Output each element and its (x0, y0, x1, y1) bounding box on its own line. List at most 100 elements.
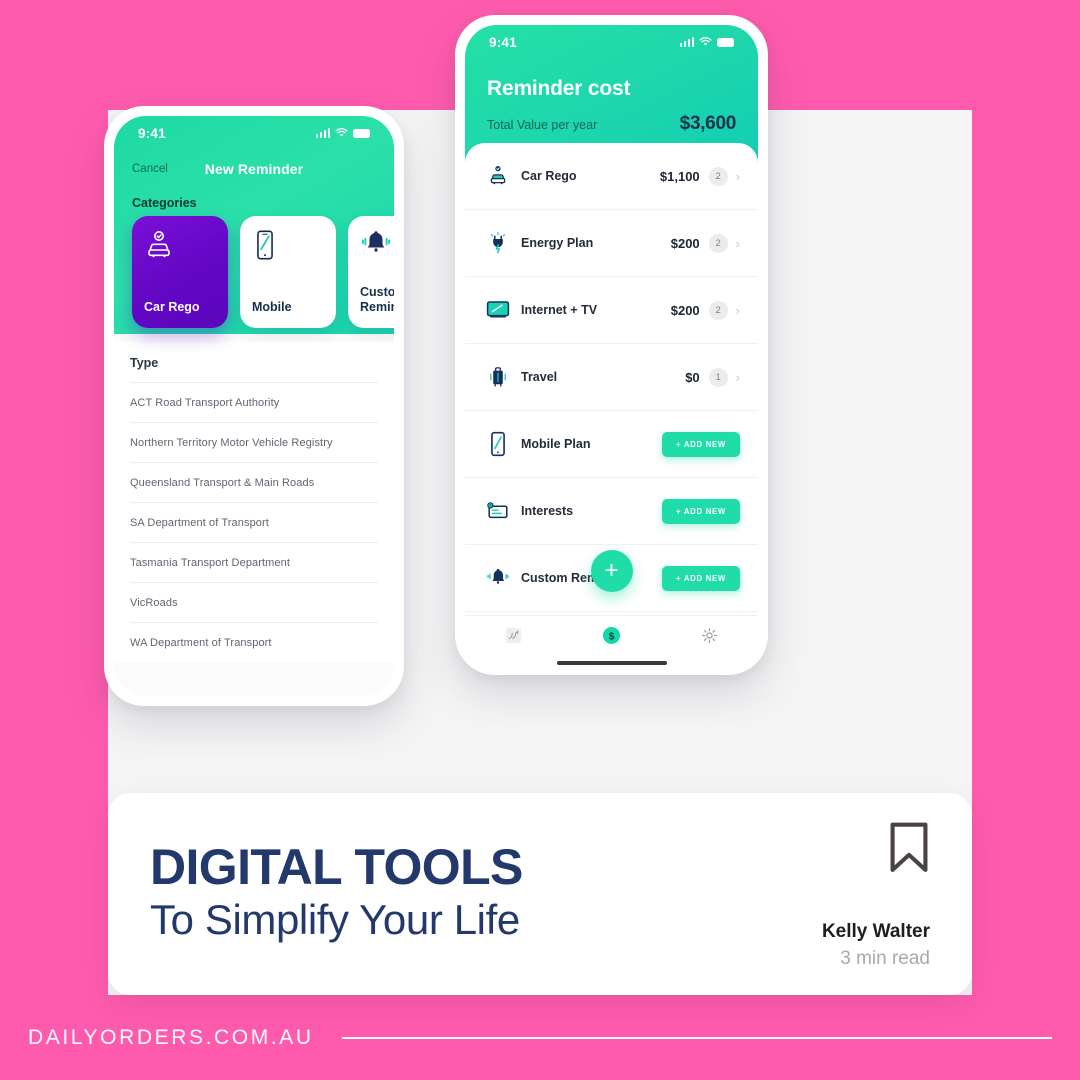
svg-text:$: $ (609, 631, 615, 642)
article-text-block: DIGITAL TOOLS To Simplify Your Life (150, 842, 750, 947)
status-indicators (315, 128, 370, 138)
read-time: 3 min read (840, 948, 930, 969)
list-item-energy-plan[interactable]: Energy Plan $200 2 › (465, 210, 758, 277)
article-author-meta: Kelly Walter 3 min read (822, 921, 930, 970)
add-new-button[interactable]: + ADD NEW (662, 431, 740, 457)
wifi-icon (699, 37, 712, 46)
category-card-row[interactable]: Car Rego Mobile Custo Remi (114, 216, 394, 328)
status-indicators (679, 37, 734, 47)
item-count-badge: 2 (708, 233, 728, 253)
add-new-button[interactable]: + ADD NEW (662, 498, 740, 524)
author-name: Kelly Walter (821, 921, 930, 942)
list-item-internet-tv[interactable]: Internet + TV $200 2 › (465, 277, 758, 344)
left-status-bar: 9:41 (114, 116, 394, 150)
list-item[interactable]: SA Department of Transport (130, 502, 378, 542)
total-value-row: Total Value per year $3,600 (465, 101, 758, 135)
left-phone-screen: 9:41 Cancel New Reminder Categories Car … (114, 116, 394, 696)
list-item[interactable]: WA Department of Transport (130, 622, 378, 662)
tab-reminders[interactable] (504, 626, 524, 646)
plug-icon (483, 231, 513, 255)
car-check-icon (483, 164, 513, 188)
list-item-travel[interactable]: Travel $0 1 › (465, 344, 758, 411)
right-status-bar: 9:41 (465, 25, 758, 59)
list-item[interactable]: Tasmania Transport Department (130, 542, 378, 582)
chevron-right-icon[interactable]: › (736, 170, 740, 183)
item-amount: $0 (685, 369, 700, 385)
transport-authority-list: Type ACT Road Transport Authority Northe… (114, 342, 394, 662)
chevron-right-icon[interactable]: › (736, 371, 740, 384)
total-value-amount: $3,600 (679, 113, 737, 134)
list-item-interests[interactable]: $ Interests + ADD NEW (465, 478, 758, 545)
television-icon (483, 299, 513, 321)
suitcase-icon (483, 365, 513, 389)
item-label: Travel (521, 370, 558, 384)
cancel-button[interactable]: Cancel (132, 163, 168, 175)
left-nav-row: Cancel New Reminder (114, 150, 394, 184)
item-label: Internet + TV (521, 303, 598, 317)
right-phone-bottom: $ (465, 615, 758, 665)
item-amount: $1,100 (659, 168, 700, 184)
total-value-label: Total Value per year (487, 118, 598, 132)
item-count-badge: 2 (708, 166, 728, 186)
bottom-tab-bar[interactable]: $ (465, 615, 758, 655)
item-count-badge: 1 (708, 367, 728, 387)
item-count-badge: 2 (708, 300, 728, 320)
bell-icon (362, 231, 390, 252)
item-label: Car Rego (521, 169, 577, 183)
left-phone-mockup: 9:41 Cancel New Reminder Categories Car … (104, 106, 404, 706)
right-phone-mockup: 9:41 Reminder cost Total Value per year … (455, 15, 768, 675)
item-label: Mobile Plan (521, 437, 591, 451)
list-item-mobile-plan[interactable]: Mobile Plan + ADD NEW (465, 411, 758, 478)
cellular-bars-icon (315, 128, 330, 138)
list-item[interactable]: Queensland Transport & Main Roads (130, 462, 378, 502)
item-amount: $200 (670, 235, 700, 251)
list-item-car-rego[interactable]: Car Rego $1,100 2 › (465, 143, 758, 210)
left-phone-header: 9:41 Cancel New Reminder Categories Car … (114, 116, 394, 334)
category-label: Car Rego (144, 299, 200, 314)
right-phone-screen: 9:41 Reminder cost Total Value per year … (465, 25, 758, 665)
category-label: Custom Reminder (360, 285, 394, 314)
home-indicator (556, 661, 667, 665)
item-label: Interests (521, 504, 574, 518)
article-card: DIGITAL TOOLS To Simplify Your Life Kell… (108, 793, 972, 995)
category-label: Mobile (252, 299, 292, 314)
battery-icon (717, 37, 734, 47)
article-subtitle: To Simplify Your Life (150, 895, 520, 943)
footer-divider (341, 1036, 1052, 1039)
wifi-icon (335, 128, 348, 137)
mobile-phone-icon (483, 431, 513, 457)
categories-label: Categories (132, 196, 197, 210)
article-meta-block: Kelly Walter 3 min read (750, 818, 930, 970)
category-card-car-rego[interactable]: Car Rego (132, 216, 228, 328)
item-label: Energy Plan (521, 236, 594, 250)
list-item[interactable]: Northern Territory Motor Vehicle Registr… (130, 422, 378, 462)
status-time: 9:41 (489, 34, 517, 50)
bookmark-icon[interactable] (888, 822, 930, 879)
card-icon: $ (483, 500, 513, 522)
tab-costs[interactable]: $ (601, 626, 621, 646)
item-amount: $200 (670, 302, 700, 318)
add-new-button[interactable]: + ADD NEW (662, 565, 740, 591)
status-time: 9:41 (138, 125, 166, 141)
right-page-title: Reminder cost (487, 77, 631, 100)
svg-text:$: $ (489, 504, 491, 508)
add-reminder-fab[interactable]: + (590, 550, 633, 592)
article-title: DIGITAL TOOLS (150, 838, 523, 895)
site-url: DAILYORDERS.COM.AU (28, 1025, 314, 1049)
item-label: Custom Reminder (521, 571, 629, 585)
footer: DAILYORDERS.COM.AU (0, 995, 1080, 1080)
tab-settings[interactable] (699, 626, 719, 646)
category-card-mobile[interactable]: Mobile (240, 216, 336, 328)
category-card-custom-reminder[interactable]: Custom Reminder (348, 216, 394, 328)
car-check-icon (148, 231, 170, 258)
list-item[interactable]: ACT Road Transport Authority (130, 382, 378, 422)
list-column-header: Type (130, 356, 159, 370)
chevron-right-icon[interactable]: › (736, 237, 740, 250)
mobile-phone-icon (257, 230, 273, 260)
reminder-cost-list: Car Rego $1,100 2 › Energy Plan $200 2 ›… (465, 143, 758, 612)
battery-icon (353, 128, 370, 138)
bell-icon (483, 567, 513, 589)
chevron-right-icon[interactable]: › (736, 304, 740, 317)
list-item[interactable]: VicRoads (130, 582, 378, 622)
cellular-bars-icon (679, 37, 694, 47)
